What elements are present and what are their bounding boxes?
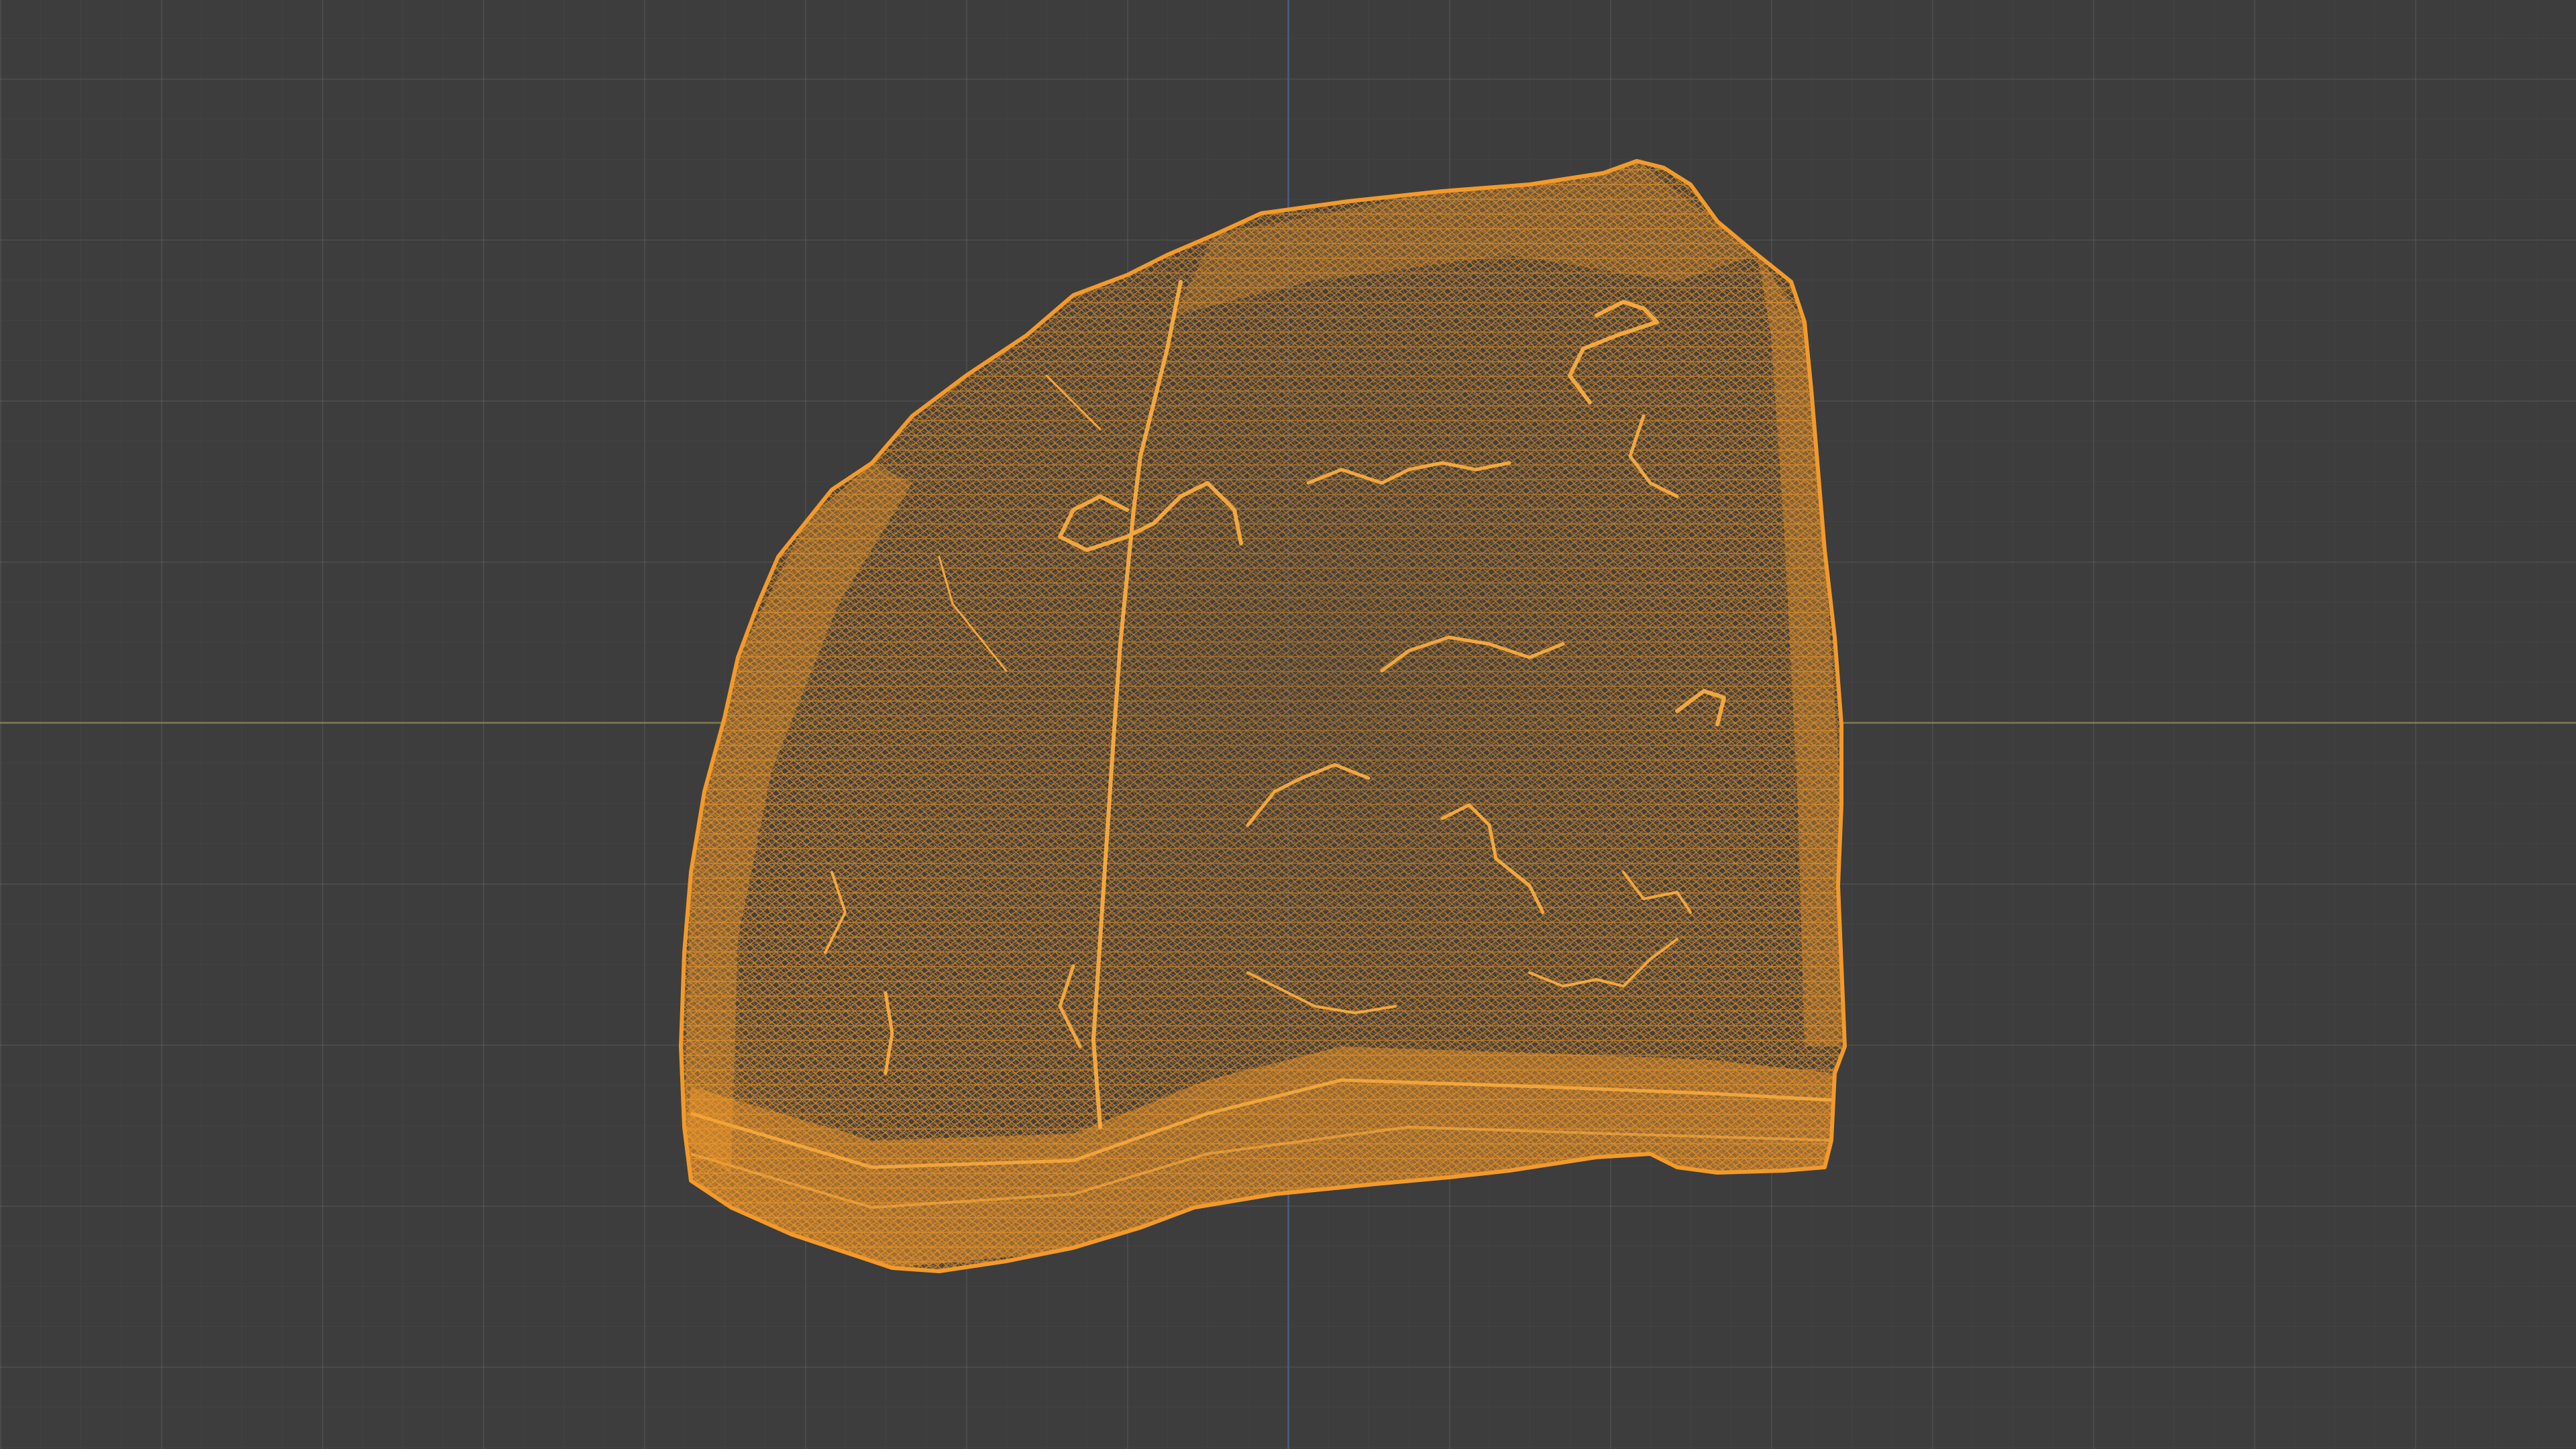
3d-viewport[interactable] [0,0,2576,1449]
rock-wireframe-mesh[interactable] [0,0,2576,1449]
rock-body [681,161,1845,1271]
